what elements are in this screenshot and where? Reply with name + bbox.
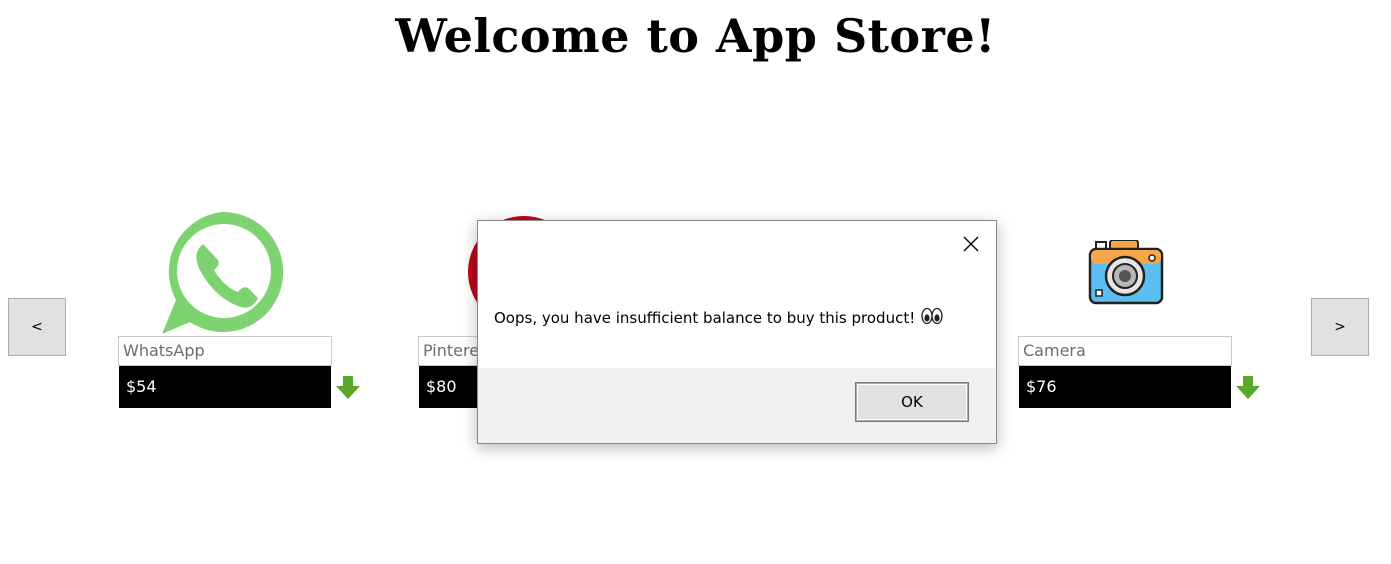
previous-button[interactable]: < [8,298,66,356]
eyes-icon [921,307,943,329]
whatsapp-icon [156,204,294,344]
app-card-camera: Camera $76 [1018,200,1278,420]
dialog-footer: OK [478,368,996,443]
app-card-whatsapp: WhatsApp $54 [118,200,378,420]
app-price: $76 [1019,366,1231,408]
camera-icon [1088,239,1164,310]
dialog-message: Oops, you have insufficient balance to b… [494,307,943,329]
download-arrow-icon[interactable] [1233,372,1263,402]
app-name-field[interactable]: WhatsApp [118,336,332,366]
app-name-field[interactable]: Camera [1018,336,1232,366]
insufficient-balance-dialog: Oops, you have insufficient balance to b… [477,220,997,444]
app-price: $54 [119,366,331,408]
ok-button[interactable]: OK [856,383,968,421]
page-title: Welcome to App Store! [395,9,996,63]
close-icon[interactable] [960,233,982,255]
next-button[interactable]: > [1311,298,1369,356]
dialog-message-text: Oops, you have insufficient balance to b… [494,309,916,327]
download-arrow-icon[interactable] [333,372,363,402]
